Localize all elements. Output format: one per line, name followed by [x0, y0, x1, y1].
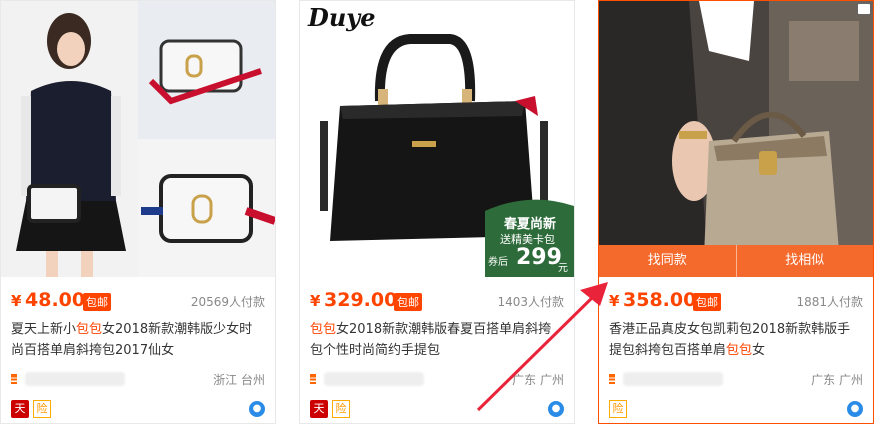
product-title[interactable]: 包包女2018新款潮韩版春夏百搭单肩斜挎包个性时尚简约手提包 — [310, 319, 564, 361]
product-card[interactable]: ¥ 48.00 包邮 20569人付款 夏天上新小包包女2018新款潮韩版少女时… — [0, 0, 276, 424]
brand-logo: Duye — [308, 3, 376, 32]
product-price: 48.00 — [25, 289, 86, 311]
currency-symbol: ¥ — [11, 292, 22, 310]
sales-count: 20569人付款 — [190, 295, 265, 309]
title-keyword-highlight[interactable]: 包包 — [726, 343, 752, 358]
insurance-icon[interactable]: 险 — [33, 400, 51, 418]
title-text[interactable]: 女 — [752, 343, 765, 358]
free-shipping-badge: 包邮 — [394, 293, 422, 311]
title-keyword-highlight[interactable]: 包包 — [310, 322, 336, 337]
shop-location: 浙江 台州 — [213, 373, 265, 387]
insurance-icon[interactable]: 险 — [332, 400, 350, 418]
title-text[interactable]: 夏天上新小 — [11, 322, 76, 337]
wangwang-chat-icon[interactable]: ● — [249, 401, 265, 417]
promo-price: 299 — [516, 245, 562, 270]
shop-location: 广东 广州 — [811, 373, 863, 387]
title-keyword-highlight[interactable]: 包包 — [76, 322, 102, 337]
shop-name-blurred[interactable] — [25, 372, 125, 386]
insurance-icon[interactable]: 险 — [609, 400, 627, 418]
wangwang-chat-icon[interactable]: ● — [548, 401, 564, 417]
product-price: 358.00 — [623, 289, 697, 311]
promo-unit: 元 — [558, 263, 568, 274]
product-image[interactable]: 找同款 找相似 — [599, 1, 873, 277]
currency-symbol: ¥ — [310, 292, 321, 310]
find-same-button[interactable]: 找同款 — [599, 245, 737, 277]
product-card[interactable]: Duye 春夏尚新 送精美卡包 券后 299 元 ¥ 329.00 包邮 140… — [299, 0, 575, 424]
product-image[interactable]: Duye 春夏尚新 送精美卡包 券后 299 元 — [300, 1, 574, 277]
product-card[interactable]: 找同款 找相似 ¥ 358.00 包邮 1881人付款 香港正品真皮女包凯莉包2… — [598, 0, 874, 424]
sales-count: 1881人付款 — [796, 295, 863, 309]
shop-icon — [609, 374, 615, 384]
currency-symbol: ¥ — [609, 292, 620, 310]
free-shipping-badge: 包邮 — [693, 293, 721, 311]
find-similar-button[interactable]: 找相似 — [736, 245, 873, 277]
promo-line1: 春夏尚新 — [504, 217, 557, 232]
shop-name-blurred[interactable] — [623, 372, 723, 386]
shop-name-blurred[interactable] — [324, 372, 424, 386]
tmall-icon[interactable]: 天 — [310, 400, 328, 418]
promo-line3: 券后 — [488, 257, 508, 268]
product-price: 329.00 — [324, 289, 398, 311]
free-shipping-badge: 包邮 — [83, 293, 111, 311]
shop-location: 广东 广州 — [512, 373, 564, 387]
product-title[interactable]: 香港正品真皮女包凯莉包2018新款韩版手提包斜挎包百搭单肩包包女 — [609, 319, 863, 361]
shop-icon — [310, 374, 316, 384]
sales-count: 1403人付款 — [497, 295, 564, 309]
product-title[interactable]: 夏天上新小包包女2018新款潮韩版少女时尚百搭单肩斜挎包2017仙女 — [11, 319, 265, 361]
shop-icon — [11, 374, 17, 384]
tmall-icon[interactable]: 天 — [11, 400, 29, 418]
wangwang-chat-icon[interactable]: ● — [847, 401, 863, 417]
product-image[interactable] — [1, 1, 275, 277]
title-text[interactable]: 女2018新款潮韩版春夏百搭单肩斜挎包个性时尚简约手提包 — [310, 322, 551, 358]
similar-toggle-icon[interactable] — [857, 3, 871, 15]
